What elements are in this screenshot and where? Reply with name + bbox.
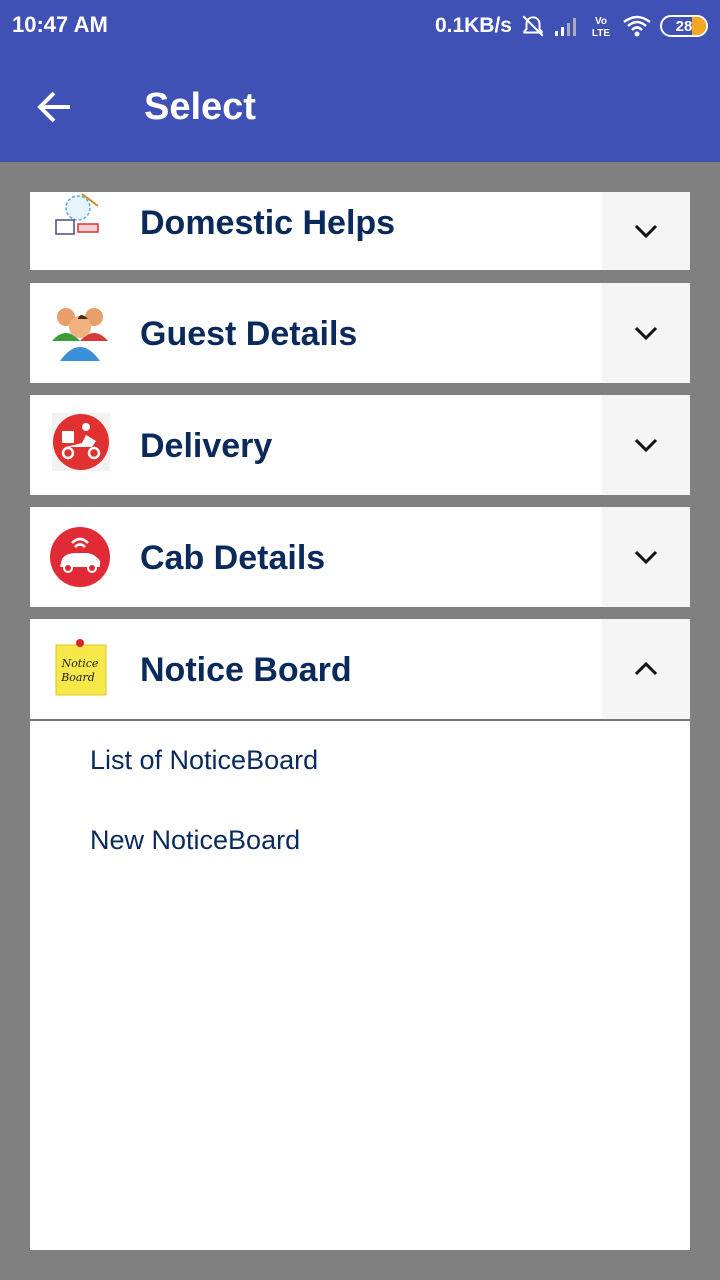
status-time: 10:47 AM — [12, 12, 108, 37]
chevron-down-icon — [634, 438, 658, 453]
notice-icon-text-2: Board — [60, 671, 95, 684]
expand-toggle[interactable] — [602, 395, 690, 495]
chevron-down-icon — [634, 224, 658, 239]
volte-icon: Vo LTE — [592, 16, 610, 39]
battery-level: 28 — [675, 17, 693, 35]
cab-icon — [50, 527, 110, 587]
menu-item-label: Delivery — [140, 427, 273, 465]
menu-item-guest-details[interactable]: Guest Details — [30, 283, 690, 383]
expand-toggle[interactable] — [602, 507, 690, 607]
signal-icon — [555, 18, 576, 36]
menu-item-cab-details[interactable]: Cab Details — [30, 507, 690, 607]
menu-item-label: Notice Board — [140, 651, 352, 689]
menu-item-notice-board: Notice Board Notice Board List of Notice… — [30, 619, 690, 1250]
chevron-up-icon — [634, 661, 658, 676]
menu-item-label: Domestic Helps — [140, 204, 396, 242]
arrow-left-icon[interactable] — [30, 82, 80, 132]
collapse-toggle[interactable] — [602, 619, 690, 719]
status-bar: 10:47 AM 0.1KB/s Vo LTE 28 — [0, 0, 720, 52]
domestic-help-icon — [52, 192, 108, 244]
submenu-new-noticeboard[interactable]: New NoticeBoard — [90, 825, 300, 856]
app-bar: Select — [0, 52, 720, 162]
battery-icon: 28 — [660, 15, 708, 37]
alarm-off-icon — [522, 15, 544, 37]
delivery-scooter-icon — [52, 413, 110, 471]
submenu-list-noticeboard[interactable]: List of NoticeBoard — [90, 745, 318, 776]
notice-board-header[interactable]: Notice Board Notice Board — [30, 619, 690, 719]
guests-icon — [52, 308, 108, 361]
notice-icon-text-1: Notice — [61, 657, 99, 670]
status-icons: 0.1KB/s Vo LTE 28 — [435, 10, 708, 42]
chevron-down-icon — [634, 326, 658, 341]
menu-item-label: Cab Details — [140, 539, 326, 577]
menu-item-delivery[interactable]: Delivery — [30, 395, 690, 495]
wifi-icon — [623, 15, 651, 37]
divider — [30, 719, 690, 721]
menu-item-label: Guest Details — [140, 315, 358, 353]
svg-text:LTE: LTE — [592, 28, 610, 39]
expand-toggle[interactable] — [602, 192, 690, 270]
chevron-down-icon — [634, 550, 658, 565]
svg-text:Vo: Vo — [595, 16, 607, 27]
expand-toggle[interactable] — [602, 283, 690, 383]
notice-board-icon: Notice Board — [55, 639, 107, 696]
net-speed: 0.1KB/s — [434, 14, 512, 37]
menu-item-domestic-helps[interactable]: Domestic Helps — [30, 192, 690, 270]
page-title: Select — [144, 86, 256, 128]
